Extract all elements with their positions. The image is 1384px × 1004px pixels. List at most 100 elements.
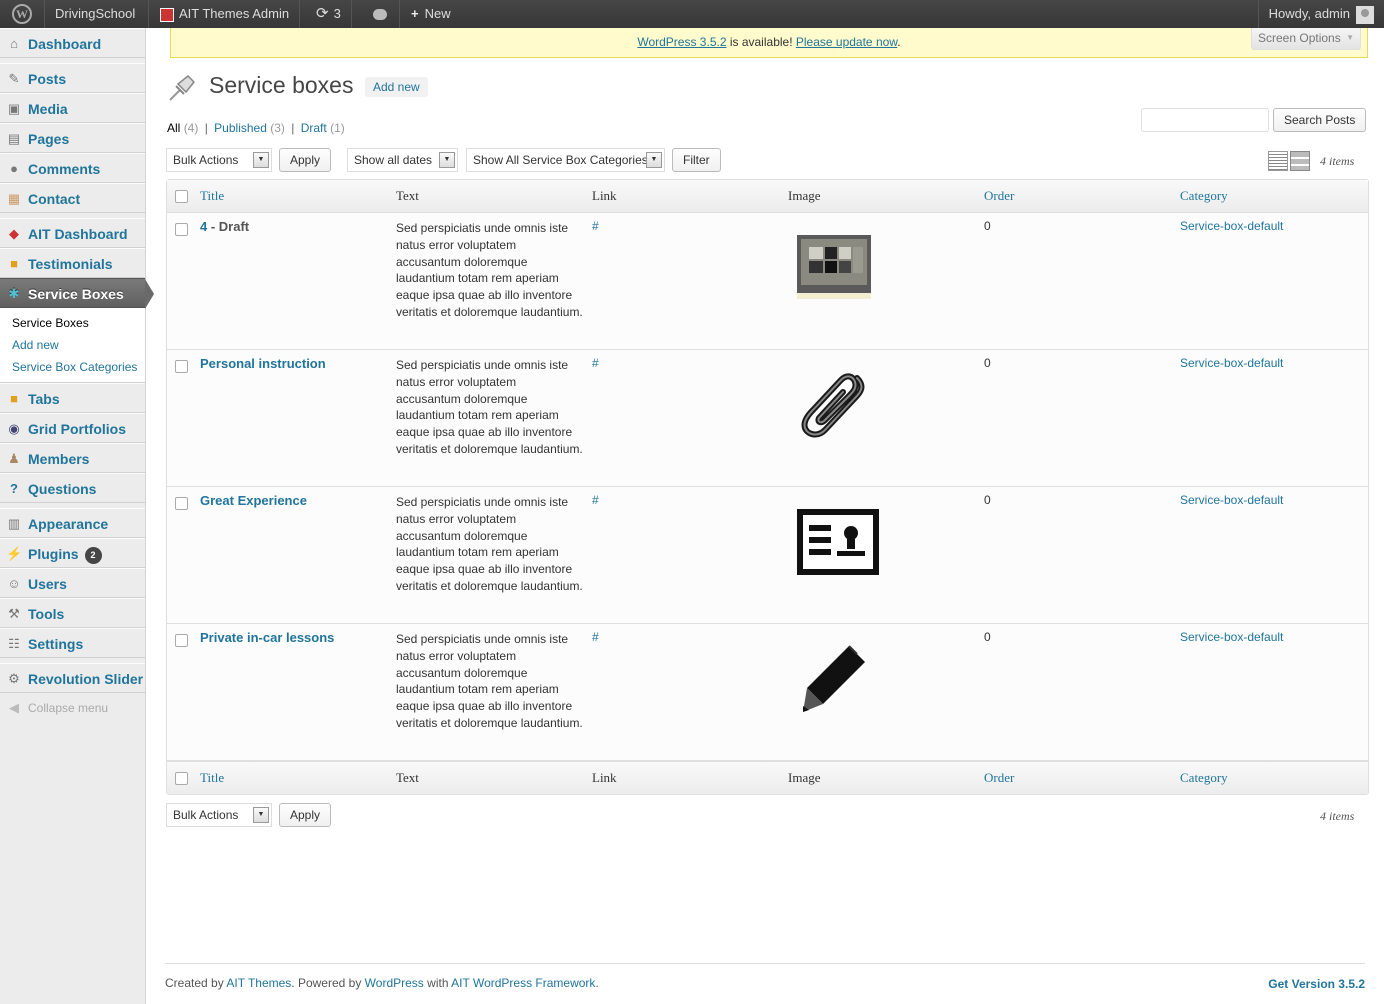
screen-options-button[interactable]: Screen Options — [1251, 28, 1361, 50]
column-order-sort[interactable]: Order — [984, 762, 1014, 794]
menu-tools[interactable]: ⚒ Tools — [0, 598, 145, 628]
dates-select[interactable]: Show all dates ▼ — [347, 148, 458, 172]
menu-label: Tools — [28, 606, 65, 622]
menu-members[interactable]: ♟ Members — [0, 443, 145, 473]
wordpress-logo-icon[interactable]: W — [0, 0, 45, 28]
column-link: Link — [592, 770, 617, 785]
add-new-button[interactable]: Add new — [365, 77, 428, 97]
menu-testimonials[interactable]: ■ Testimonials — [0, 248, 145, 278]
menu-label: Users — [28, 576, 67, 592]
excerpt-view-icon[interactable] — [1290, 151, 1310, 171]
view-draft-link[interactable]: Draft — [301, 121, 327, 135]
menu-grid-portfolios[interactable]: ◉ Grid Portfolios — [0, 413, 145, 443]
row-link[interactable]: # — [592, 630, 599, 644]
view-published-link[interactable]: Published — [214, 121, 267, 135]
menu-plugins[interactable]: ⚡ Plugins 2 — [0, 538, 145, 568]
row-category-link[interactable]: Service-box-default — [1180, 493, 1283, 507]
menu-ait-dashboard[interactable]: ◆ AIT Dashboard — [0, 218, 145, 248]
list-view-icon[interactable] — [1268, 151, 1288, 171]
row-category-link[interactable]: Service-box-default — [1180, 356, 1283, 370]
row-text: Sed perspiciatis unde omnis iste natus e… — [396, 495, 583, 593]
search-posts-button[interactable]: Search Posts — [1273, 108, 1367, 132]
column-title-sort[interactable]: Title — [200, 762, 224, 794]
comments-link[interactable] — [360, 0, 400, 28]
menu-revolution-slider[interactable]: ⚙ Revolution Slider — [0, 663, 145, 693]
apply-button-bottom[interactable]: Apply — [279, 803, 332, 827]
filter-button[interactable]: Filter — [672, 148, 721, 172]
wordpress-version-link[interactable]: WordPress 3.5.2 — [637, 35, 726, 49]
menu-contact[interactable]: ▦ Contact — [0, 183, 145, 213]
menu-dashboard[interactable]: ⌂ Dashboard — [0, 28, 145, 58]
menu-settings[interactable]: ☷ Settings — [0, 628, 145, 658]
new-content-link[interactable]: + New — [401, 0, 461, 28]
get-version-link[interactable]: Get Version 3.5.2 — [1268, 977, 1365, 991]
apply-button-top[interactable]: Apply — [279, 148, 332, 172]
update-now-link[interactable]: Please update now — [796, 35, 897, 49]
column-link: Link — [592, 188, 617, 203]
menu-label: Pages — [28, 131, 70, 147]
site-name-link[interactable]: DrivingSchool — [45, 0, 149, 28]
plugins-icon: ⚡ — [6, 546, 23, 561]
footer-ait-link[interactable]: AIT Themes — [226, 976, 291, 990]
new-label: New — [424, 6, 451, 21]
admin-menu: ⌂ Dashboard ✎ Posts ▣ Media ▤ Pages ● Comment… — [0, 28, 154, 1004]
select-all-checkbox[interactable] — [175, 190, 188, 203]
row-title-link[interactable]: Private in-car lessons — [200, 630, 334, 645]
menu-label: Posts — [28, 71, 67, 87]
row-title-link[interactable]: Great Experience — [200, 493, 307, 508]
submenu-add-new[interactable]: Add new — [0, 334, 145, 356]
pin-icon: ✎ — [8, 71, 20, 86]
menu-appearance[interactable]: ▥ Appearance — [0, 508, 145, 538]
categories-value: Show All Service Box Categories — [473, 153, 648, 167]
column-category-sort[interactable]: Category — [1180, 180, 1228, 212]
select-all-checkbox-bottom[interactable] — [175, 772, 188, 785]
row-link[interactable]: # — [592, 219, 599, 233]
menu-media[interactable]: ▣ Media — [0, 93, 145, 123]
footer-wordpress-link[interactable]: WordPress — [365, 976, 424, 990]
row-title-link[interactable]: Personal instruction — [200, 356, 326, 371]
column-category-sort[interactable]: Category — [1180, 762, 1228, 794]
submenu-service-boxes[interactable]: Service Boxes — [0, 312, 145, 334]
row-checkbox[interactable] — [175, 497, 188, 510]
tabs-icon: ■ — [10, 391, 18, 406]
menu-users[interactable]: ☺ Users — [0, 568, 145, 598]
row-checkbox[interactable] — [175, 360, 188, 373]
menu-label: Grid Portfolios — [28, 421, 126, 437]
footer-framework-link[interactable]: AIT WordPress Framework — [451, 976, 595, 990]
collapse-menu-button[interactable]: ◀ Collapse menu — [0, 693, 145, 723]
bulk-actions-select-top[interactable]: Bulk Actions ▼ — [166, 148, 272, 172]
view-all-link[interactable]: All — [167, 121, 180, 135]
menu-posts[interactable]: ✎ Posts — [0, 63, 145, 93]
account-menu[interactable]: Howdy, admin — [1257, 0, 1384, 28]
menu-label: Tabs — [28, 391, 60, 407]
menu-label: Members — [28, 451, 90, 467]
column-image: Image — [788, 188, 821, 203]
ait-admin-link[interactable]: AIT Themes Admin — [150, 0, 301, 28]
submenu-service-box-categories[interactable]: Service Box Categories — [0, 356, 145, 378]
settings-icon: ☷ — [8, 636, 20, 651]
row-order: 0 — [984, 493, 991, 507]
collapse-arrow-icon: ◀ — [9, 700, 19, 715]
menu-tabs[interactable]: ■ Tabs — [0, 383, 145, 413]
search-input[interactable] — [1141, 108, 1269, 132]
row-link[interactable]: # — [592, 356, 599, 370]
menu-comments[interactable]: ● Comments — [0, 153, 145, 183]
row-checkbox[interactable] — [175, 634, 188, 647]
ait-admin-label: AIT Themes Admin — [179, 6, 290, 21]
row-link[interactable]: # — [592, 493, 599, 507]
menu-label: Settings — [28, 636, 84, 652]
menu-label: Appearance — [28, 516, 109, 532]
bulk-actions-select-bottom[interactable]: Bulk Actions ▼ — [166, 803, 272, 827]
column-order-sort[interactable]: Order — [984, 180, 1014, 212]
menu-pages[interactable]: ▤ Pages — [0, 123, 145, 153]
menu-service-boxes[interactable]: ✱ Service Boxes — [0, 278, 154, 309]
categories-select[interactable]: Show All Service Box Categories ▼ — [466, 148, 665, 172]
column-title-sort[interactable]: Title — [200, 180, 224, 212]
chevron-down-icon: ▼ — [439, 152, 455, 168]
row-checkbox[interactable] — [175, 223, 188, 236]
menu-questions[interactable]: ? Questions — [0, 473, 145, 503]
row-category-link[interactable]: Service-box-default — [1180, 630, 1283, 644]
updates-link[interactable]: ⟳ 3 — [306, 0, 352, 28]
row-category-link[interactable]: Service-box-default — [1180, 219, 1283, 233]
service-box-icon: ✱ — [8, 286, 20, 301]
